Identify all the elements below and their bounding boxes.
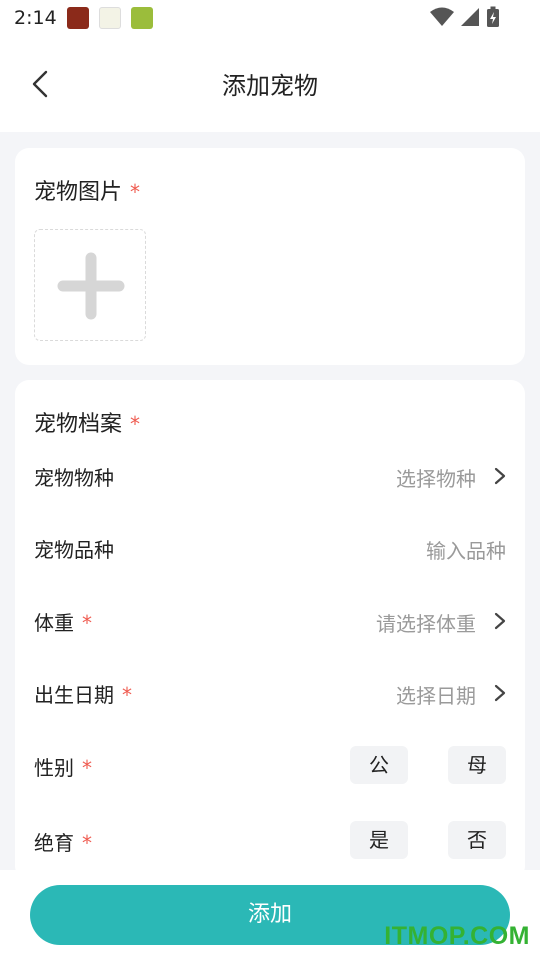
gender-female-option[interactable]: 母 — [448, 746, 506, 784]
pet-photo-section-title: 宠物图片 * — [34, 174, 140, 206]
weight-label-text: 体重 — [34, 611, 74, 635]
page-title: 添加宠物 — [222, 72, 318, 100]
app-icon-1 — [66, 7, 89, 29]
pet-photo-card: 宠物图片 * — [15, 148, 525, 365]
neutered-label: 绝育 * — [34, 827, 92, 856]
neutered-no-option[interactable]: 否 — [448, 821, 506, 859]
species-select[interactable]: 选择物种 — [396, 463, 476, 492]
birthdate-label: 出生日期 * — [34, 679, 132, 708]
watermark: ITMOP.COM — [384, 922, 530, 950]
pet-profile-title-text: 宠物档案 — [34, 412, 123, 437]
app-icon-3 — [130, 7, 153, 29]
required-mark: * — [130, 412, 141, 436]
neutered-row: 绝育 * 是 否 — [34, 821, 506, 861]
gender-label-text: 性别 — [34, 756, 74, 780]
birthdate-label-text: 出生日期 — [34, 683, 114, 707]
species-row[interactable]: 宠物物种 选择物种 — [34, 456, 506, 496]
required-mark: * — [82, 611, 92, 635]
required-mark: * — [82, 756, 92, 780]
app-icon-2 — [98, 7, 121, 29]
gender-row: 性别 * 公 母 — [34, 746, 506, 786]
navbar: 添加宠物 — [0, 36, 540, 132]
signal-icon — [461, 8, 479, 26]
weight-select[interactable]: 请选择体重 — [376, 608, 476, 637]
species-label: 宠物物种 — [34, 466, 114, 490]
chevron-right-icon — [494, 612, 506, 630]
weight-label: 体重 * — [34, 607, 92, 636]
breed-input[interactable]: 输入品种 — [426, 535, 506, 564]
neutered-yes-option[interactable]: 是 — [350, 821, 408, 859]
pet-profile-section-title: 宠物档案 * — [34, 406, 140, 438]
chevron-right-icon — [494, 467, 506, 485]
required-mark: * — [82, 831, 92, 855]
gender-male-option[interactable]: 公 — [350, 746, 408, 784]
birthdate-select[interactable]: 选择日期 — [396, 680, 476, 709]
weight-row[interactable]: 体重 * 请选择体重 — [34, 601, 506, 641]
breed-row: 宠物品种 输入品种 — [34, 528, 506, 568]
pet-profile-card: 宠物档案 * 宠物物种 选择物种 宠物品种 输入品种 体重 * 请选择体重 出生日期… — [15, 380, 525, 880]
gender-label: 性别 * — [34, 752, 92, 781]
battery-icon — [487, 6, 499, 27]
breed-label: 宠物品种 — [34, 538, 114, 562]
status-time: 2:14 — [14, 7, 57, 29]
chevron-right-icon — [494, 684, 506, 702]
birthdate-row[interactable]: 出生日期 * 选择日期 — [34, 673, 506, 713]
pet-photo-title-text: 宠物图片 — [34, 180, 123, 205]
wifi-icon — [430, 7, 454, 26]
required-mark: * — [130, 180, 141, 204]
required-mark: * — [122, 683, 132, 707]
plus-icon — [57, 252, 125, 320]
bottom-bar: 添加 ITMOP.COM — [0, 870, 540, 960]
status-bar: 2:14 — [0, 0, 540, 36]
status-indicators — [430, 6, 500, 28]
neutered-label-text: 绝育 — [34, 831, 74, 855]
photo-upload-button[interactable] — [34, 229, 146, 341]
